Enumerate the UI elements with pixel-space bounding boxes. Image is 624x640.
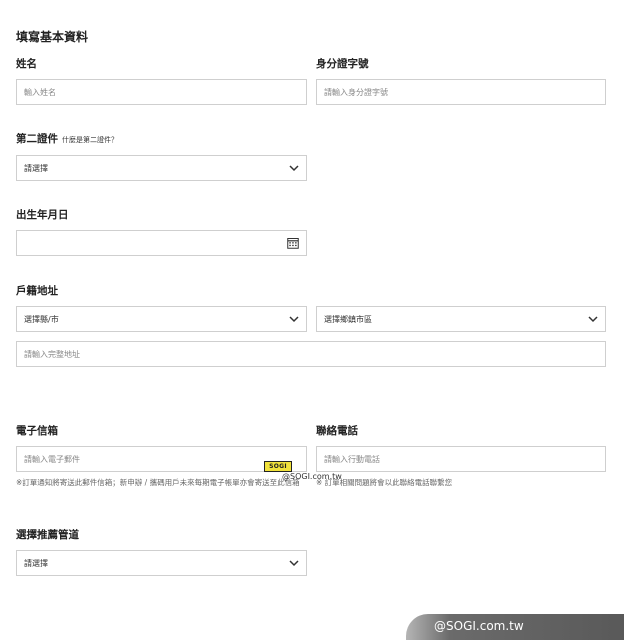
referral-label: 選擇推薦管道: [16, 529, 79, 541]
full-address-input[interactable]: 請輸入完整地址: [16, 341, 606, 367]
second-id-label: 第二證件 什麼是第二證件？: [16, 131, 118, 146]
email-label: 電子信箱: [16, 425, 58, 437]
corner-watermark: @SOGI.com.tw: [406, 614, 624, 640]
chevron-down-icon: [289, 314, 299, 324]
email-placeholder: 請輸入電子郵件: [24, 454, 80, 464]
chevron-down-icon: [289, 558, 299, 568]
county-select-value: 選擇縣/市: [24, 314, 59, 324]
district-select-value: 選擇鄉鎮市區: [324, 314, 372, 324]
phone-placeholder: 請輸入行動電話: [324, 454, 380, 464]
full-address-placeholder: 請輸入完整地址: [24, 349, 80, 359]
chevron-down-icon: [289, 163, 299, 173]
page-title: 填寫基本資料: [16, 30, 89, 44]
id-number-placeholder: 請輸入身分證字號: [324, 87, 388, 97]
second-id-select-value: 請選擇: [24, 163, 48, 173]
name-label: 姓名: [16, 58, 37, 70]
phone-note: ※ 訂單相關問題將會以此聯絡電話聯繫您: [316, 478, 453, 487]
second-id-label-text: 第二證件: [16, 133, 58, 145]
second-id-select[interactable]: 請選擇: [16, 155, 307, 181]
district-select[interactable]: 選擇鄉鎮市區: [316, 306, 606, 332]
name-input[interactable]: 輸入姓名: [16, 79, 307, 105]
sogi-watermark-url: @SOGI.com.tw: [282, 472, 342, 481]
email-note: ※訂單通知將寄送此郵件信箱；新申辦 / 攜碼用戶未來每期電子帳單亦會寄送至此信箱: [16, 478, 300, 487]
county-select[interactable]: 選擇縣/市: [16, 306, 307, 332]
referral-select[interactable]: 請選擇: [16, 550, 307, 576]
birthdate-label: 出生年月日: [16, 209, 69, 221]
name-placeholder: 輸入姓名: [24, 87, 56, 97]
sogi-watermark-logo: SOGI: [264, 461, 292, 472]
birthdate-input[interactable]: [16, 230, 307, 256]
id-number-input[interactable]: 請輸入身分證字號: [316, 79, 606, 105]
chevron-down-icon: [588, 314, 598, 324]
referral-select-value: 請選擇: [24, 558, 48, 568]
corner-watermark-text: @SOGI.com.tw: [434, 619, 524, 633]
phone-input[interactable]: 請輸入行動電話: [316, 446, 606, 472]
address-label: 戶籍地址: [16, 285, 58, 297]
id-number-label: 身分證字號: [316, 58, 369, 70]
phone-label: 聯絡電話: [316, 425, 358, 437]
second-id-hint-link[interactable]: 什麼是第二證件？: [62, 136, 118, 144]
calendar-icon[interactable]: [287, 237, 299, 249]
